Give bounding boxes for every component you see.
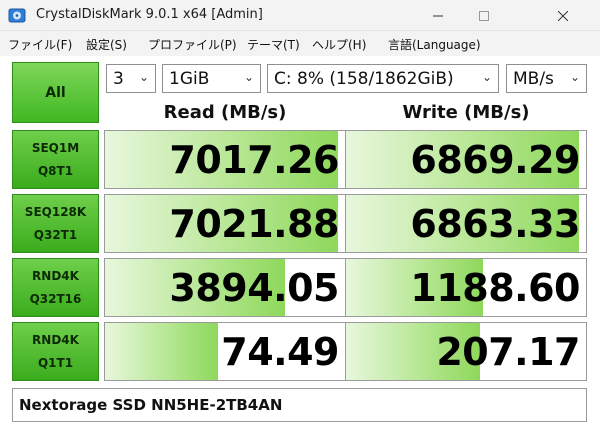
test-queue: Q32T16	[29, 291, 82, 306]
test-name: SEQ1M	[31, 140, 80, 155]
read-result-bar	[105, 323, 218, 380]
close-icon	[558, 10, 568, 21]
drive-value: C: 8% (158/1862GiB)	[274, 68, 454, 89]
read-result-cell: 7021.88	[104, 194, 346, 253]
maximize-button[interactable]	[461, 0, 507, 31]
close-button[interactable]	[540, 0, 586, 31]
test-name: RND4K	[32, 268, 79, 283]
write-result-value: 6869.29	[410, 138, 580, 182]
test-queue: Q1T1	[37, 355, 74, 370]
read-result-value: 3894.05	[169, 266, 339, 310]
unit-value: MB/s	[513, 68, 554, 89]
menu-bar: ファイル(F) 設定(S) プロファイル(P) テーマ(T) ヘルプ(H) 言語…	[0, 31, 600, 56]
read-result-value: 7021.88	[169, 202, 339, 246]
write-result-value: 1188.60	[410, 266, 580, 310]
chevron-down-icon: ⌄	[481, 70, 492, 84]
minimize-icon	[433, 15, 443, 16]
write-header: Write (MB/s)	[402, 102, 530, 123]
read-result-cell: 74.49	[104, 322, 346, 381]
window-title: CrystalDiskMark 9.0.1 x64 [Admin]	[36, 7, 263, 22]
read-result-value: 74.49	[221, 330, 339, 374]
test-button-seq1m-q8t1[interactable]: SEQ1M Q8T1	[12, 130, 99, 189]
title-bar: CrystalDiskMark 9.0.1 x64 [Admin]	[0, 0, 600, 31]
count-select[interactable]: 3 ⌄	[106, 64, 156, 93]
menu-file[interactable]: ファイル(F)	[8, 36, 72, 53]
test-queue: Q8T1	[37, 163, 74, 178]
size-value: 1GiB	[169, 68, 210, 89]
minimize-button[interactable]	[415, 0, 461, 31]
read-result-cell: 7017.26	[104, 130, 346, 189]
drive-select[interactable]: C: 8% (158/1862GiB) ⌄	[267, 64, 499, 93]
maximize-icon	[479, 10, 489, 21]
drive-model-text: Nextorage SSD NN5HE-2TB4AN	[19, 396, 283, 414]
chevron-down-icon: ⌄	[569, 70, 580, 84]
write-result-value: 6863.33	[410, 202, 580, 246]
count-value: 3	[113, 68, 124, 89]
menu-help[interactable]: ヘルプ(H)	[312, 36, 366, 53]
menu-settings[interactable]: 設定(S)	[86, 36, 127, 53]
read-header: Read (MB/s)	[163, 102, 287, 123]
chevron-down-icon: ⌄	[243, 70, 254, 84]
crystaldiskmark-disk-icon	[8, 8, 26, 23]
menu-language[interactable]: 言語(Language)	[388, 36, 481, 53]
test-name: RND4K	[32, 332, 79, 347]
size-select[interactable]: 1GiB ⌄	[162, 64, 261, 93]
test-button-seq128k-q32t1[interactable]: SEQ128K Q32T1	[12, 194, 99, 253]
test-button-rnd4k-q1t1[interactable]: RND4K Q1T1	[12, 322, 99, 381]
write-result-cell: 1188.60	[345, 258, 587, 317]
write-result-value: 207.17	[436, 330, 580, 374]
menu-theme[interactable]: テーマ(T)	[247, 36, 300, 53]
read-result-value: 7017.26	[169, 138, 339, 182]
write-result-cell: 6863.33	[345, 194, 587, 253]
drive-comment-field[interactable]: Nextorage SSD NN5HE-2TB4AN	[12, 388, 587, 422]
all-button[interactable]: All	[12, 62, 99, 123]
menu-profile[interactable]: プロファイル(P)	[148, 36, 237, 53]
write-result-cell: 207.17	[345, 322, 587, 381]
test-button-rnd4k-q32t16[interactable]: RND4K Q32T16	[12, 258, 99, 317]
test-name: SEQ128K	[24, 204, 87, 219]
read-result-cell: 3894.05	[104, 258, 346, 317]
test-queue: Q32T1	[33, 227, 78, 242]
unit-select[interactable]: MB/s ⌄	[506, 64, 587, 93]
write-result-cell: 6869.29	[345, 130, 587, 189]
chevron-down-icon: ⌄	[138, 70, 149, 84]
